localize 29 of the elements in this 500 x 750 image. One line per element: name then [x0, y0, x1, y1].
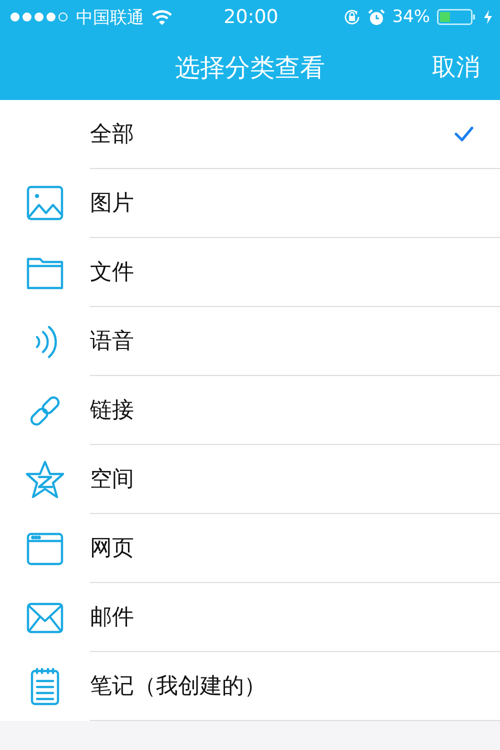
category-label: 图片 [90, 190, 134, 218]
category-label: 邮件 [90, 604, 134, 632]
rotation-lock-icon [343, 8, 362, 26]
category-row[interactable]: 链接 [0, 376, 500, 445]
battery-percentage: 34% [392, 7, 430, 27]
category-row[interactable]: 笔记（我创建的） [0, 652, 500, 721]
category-label: 语音 [90, 328, 134, 356]
category-row[interactable]: 网页 [0, 514, 500, 583]
signal-icon [10, 11, 68, 23]
category-row[interactable]: 全部 [0, 100, 500, 169]
category-label: 链接 [90, 397, 134, 425]
category-row[interactable]: 文件 [0, 238, 500, 307]
wifi-icon [152, 10, 172, 24]
screen-title: 选择分类查看 [175, 52, 325, 84]
carrier-name: 中国联通 [76, 6, 144, 28]
alarm-icon [368, 8, 386, 26]
category-label: 网页 [90, 535, 134, 563]
star-icon [25, 460, 65, 500]
status-time: 20:00 [224, 6, 278, 28]
category-label: 全部 [90, 121, 134, 149]
category-label: 空间 [90, 466, 134, 494]
battery-icon [436, 9, 477, 25]
category-row[interactable]: 图片 [0, 169, 500, 238]
category-row[interactable]: 语音 [0, 307, 500, 376]
category-label: 笔记（我创建的） [90, 673, 266, 701]
category-label: 文件 [90, 259, 134, 287]
category-row[interactable]: 空间 [0, 445, 500, 514]
category-row[interactable]: 邮件 [0, 583, 500, 652]
charging-icon [484, 10, 492, 24]
